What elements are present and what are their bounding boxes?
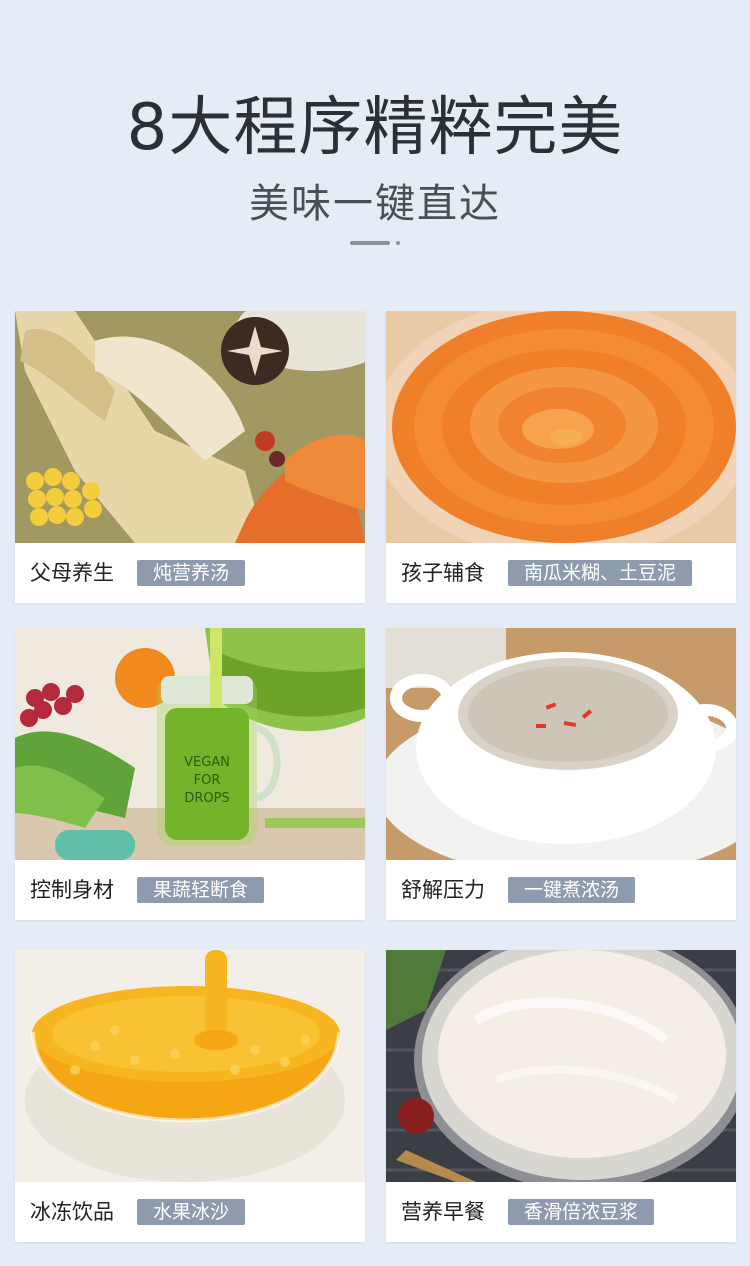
- pumpkin-puree-photo: [386, 311, 736, 543]
- program-card-diet: VEGAN FOR DROPS 控制身材 果蔬轻断食: [15, 628, 365, 920]
- card-caption: 冰冻饮品 水果冰沙: [15, 1182, 365, 1242]
- cream-soup-photo: [386, 628, 736, 860]
- chicken-soup-photo: [15, 311, 365, 543]
- card-tag: 果蔬轻断食: [137, 877, 265, 903]
- divider-bar: [350, 241, 390, 245]
- svg-text:VEGAN: VEGAN: [184, 755, 230, 770]
- card-caption: 控制身材 果蔬轻断食: [15, 860, 365, 920]
- divider-dot: [396, 241, 400, 245]
- card-tag: 水果冰沙: [137, 1199, 246, 1225]
- program-card-kids: 孩子辅食 南瓜米糊、土豆泥: [386, 311, 736, 603]
- svg-text:DROPS: DROPS: [184, 791, 229, 806]
- card-caption: 孩子辅食 南瓜米糊、土豆泥: [386, 543, 736, 603]
- green-juice-photo: VEGAN FOR DROPS: [15, 628, 365, 860]
- card-caption: 营养早餐 香滑倍浓豆浆: [386, 1182, 736, 1242]
- card-label: 孩子辅食: [401, 561, 485, 585]
- page-title: 8大程序精粹完美: [126, 91, 624, 165]
- card-caption: 父母养生 炖营养汤: [15, 543, 365, 603]
- program-card-stress: 舒解压力 一键煮浓汤: [386, 628, 736, 920]
- card-label: 冰冻饮品: [30, 1200, 114, 1224]
- svg-text:FOR: FOR: [194, 773, 221, 788]
- soy-milk-photo: [386, 950, 736, 1182]
- program-card-frozen: 冰冻饮品 水果冰沙: [15, 950, 365, 1242]
- page-subtitle: 美味一键直达: [249, 181, 501, 227]
- card-label: 舒解压力: [401, 878, 485, 902]
- card-tag: 香滑倍浓豆浆: [508, 1199, 655, 1225]
- card-label: 控制身材: [30, 878, 114, 902]
- title-divider: [350, 240, 410, 246]
- card-tag: 炖营养汤: [137, 560, 246, 586]
- card-tag: 一键煮浓汤: [508, 877, 636, 903]
- mango-smoothie-photo: [15, 950, 365, 1182]
- program-card-parents: 父母养生 炖营养汤: [15, 311, 365, 603]
- header: 8大程序精粹完美 美味一键直达: [0, 0, 750, 280]
- card-label: 父母养生: [30, 561, 114, 585]
- card-tag: 南瓜米糊、土豆泥: [508, 560, 693, 586]
- card-caption: 舒解压力 一键煮浓汤: [386, 860, 736, 920]
- program-card-breakfast: 营养早餐 香滑倍浓豆浆: [386, 950, 736, 1242]
- card-label: 营养早餐: [401, 1200, 485, 1224]
